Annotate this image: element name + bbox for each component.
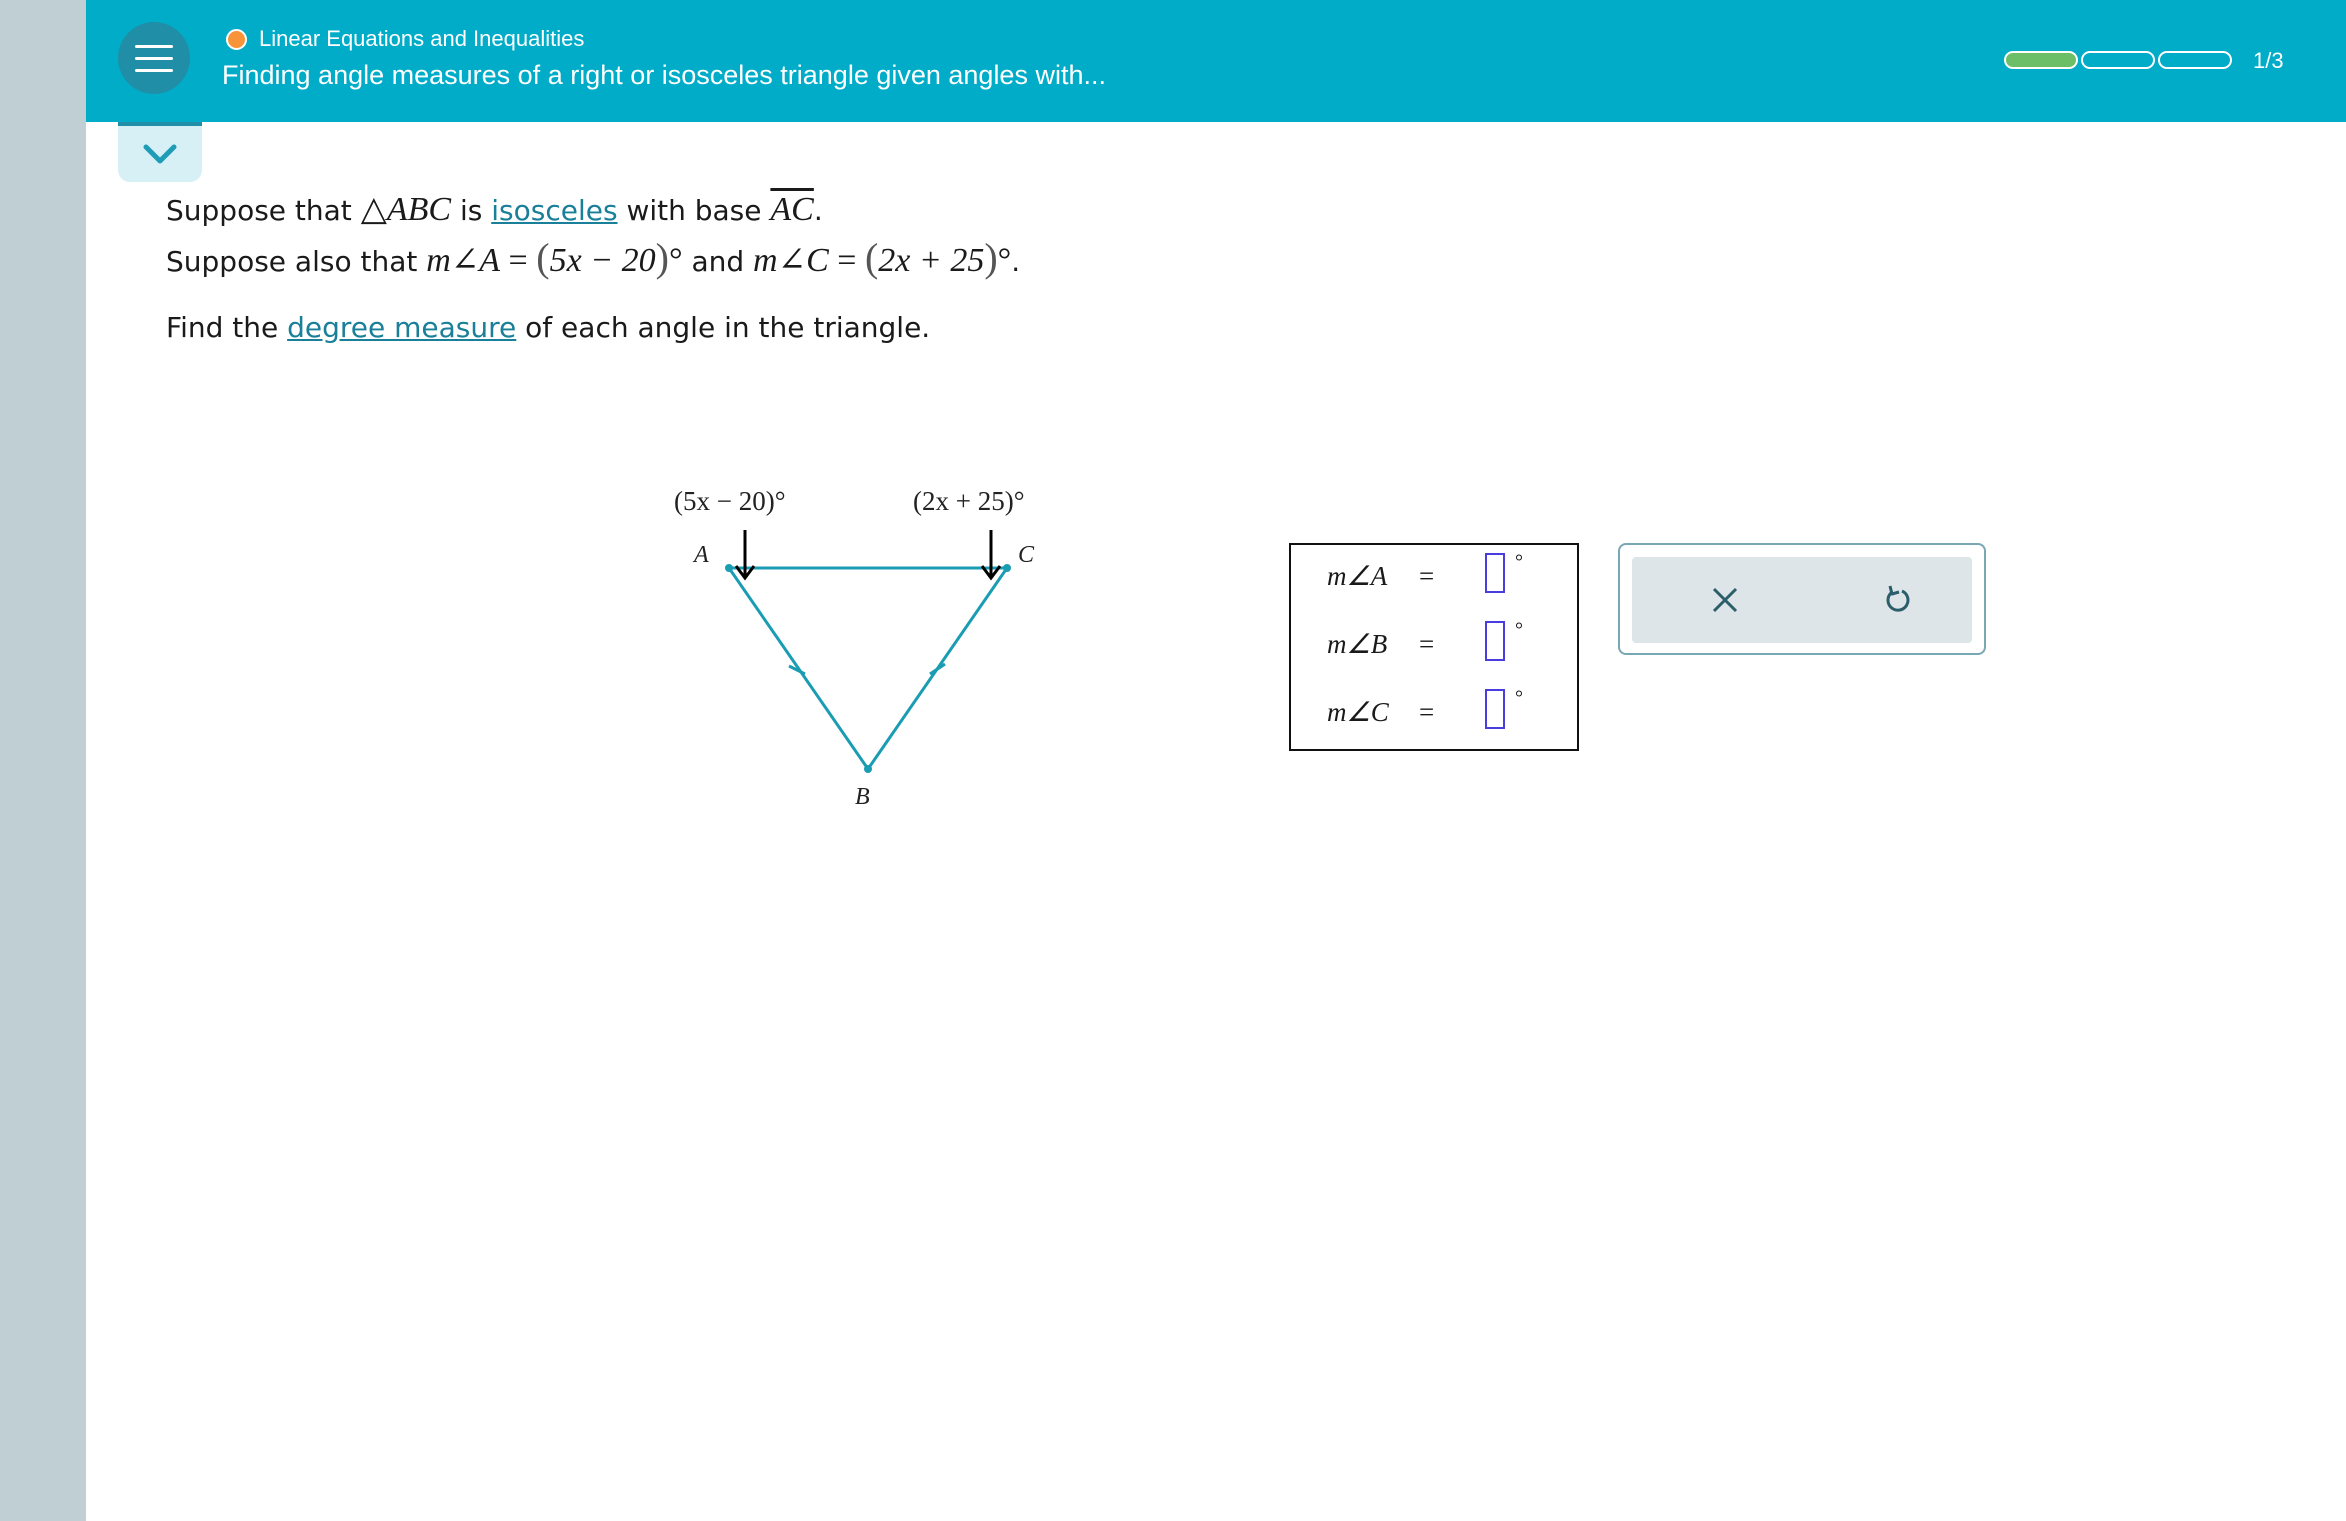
arrow-angle-c	[980, 530, 1002, 581]
left-rail	[0, 0, 86, 1521]
problem-text: of each angle in the triangle.	[516, 311, 931, 344]
congruence-tick-bc	[929, 662, 946, 676]
problem-text: is	[451, 194, 492, 227]
degree-unit: °	[1515, 619, 1523, 641]
vertex-a-label: A	[692, 542, 709, 568]
answer-label: m∠B	[1327, 629, 1388, 659]
triangle-symbol: △	[360, 191, 387, 228]
math-equals: =	[828, 242, 865, 279]
math-degree: °	[668, 242, 683, 279]
topic-label: Linear Equations and Inequalities	[259, 26, 585, 51]
math-angle-a: m∠A	[426, 242, 501, 279]
progress-segment	[2081, 51, 2155, 69]
vertex-b-label: B	[855, 784, 870, 810]
progress-segment	[2004, 51, 2078, 69]
problem-text: Suppose also that	[166, 245, 427, 278]
answer-label: m∠A	[1327, 561, 1388, 591]
menu-icon-line	[135, 56, 173, 60]
problem-text: Find the	[166, 311, 288, 344]
undo-icon	[1886, 585, 1910, 612]
problem-text: .	[1011, 245, 1021, 278]
angle-b-input[interactable]	[1485, 621, 1505, 661]
undo-button[interactable]	[1872, 575, 1922, 625]
problem-text: and	[682, 245, 754, 278]
math-expr-c: 2x + 25	[878, 242, 985, 279]
math-base-ac: AC	[770, 191, 814, 228]
angle-a-input[interactable]	[1485, 553, 1505, 593]
isosceles-link[interactable]: isosceles	[491, 194, 617, 227]
progress-label: 1/3	[2253, 48, 2284, 73]
angle-c-input[interactable]	[1485, 689, 1505, 729]
answer-row-b: m∠B = °	[1291, 613, 1577, 673]
triangle-diagram: (5x − 20)° (2x + 25)° A C B	[674, 486, 1035, 810]
answer-equals: =	[1419, 629, 1435, 659]
degree-unit: °	[1515, 687, 1523, 709]
menu-button[interactable]	[118, 22, 190, 94]
math-angle-c: m∠C	[753, 242, 829, 279]
topic-status-dot	[226, 28, 247, 50]
answer-equals: =	[1419, 561, 1435, 591]
triangle-shape	[726, 566, 1010, 772]
menu-icon-line	[135, 68, 173, 72]
math-abc: ABC	[386, 191, 452, 228]
degree-unit: °	[1515, 551, 1523, 573]
action-bar	[1632, 557, 1972, 643]
problem-line-1: Suppose that △ABC is isosceles with base…	[166, 186, 1020, 234]
angle-c-label: (2x + 25)°	[913, 486, 1025, 516]
degree-measure-link[interactable]: degree measure	[287, 311, 516, 344]
answer-row-c: m∠C = °	[1291, 681, 1577, 741]
math-degree: °	[997, 242, 1012, 279]
answer-table: m∠A = ° m∠B = ° m∠C = °	[1289, 543, 1579, 751]
problem-text: with base	[617, 194, 771, 227]
problem-text: .	[813, 194, 823, 227]
problem-line-3: Find the degree measure of each angle in…	[166, 304, 1020, 352]
problem-line-2: Suppose also that m∠A = (5x − 20)° and m…	[166, 235, 1021, 280]
math-equals: =	[500, 242, 537, 279]
answer-label: m∠C	[1327, 697, 1389, 727]
angle-a-label: (5x − 20)°	[674, 486, 786, 516]
arrow-angle-a	[734, 530, 756, 581]
problem-statement: Suppose that △ABC is isosceles with base…	[166, 186, 1020, 352]
answer-row-a: m∠A = °	[1291, 545, 1577, 605]
menu-icon-line	[135, 44, 173, 48]
vertex-c-dot	[1003, 564, 1011, 572]
clear-button[interactable]	[1700, 575, 1750, 625]
topic-breadcrumb: Linear Equations and Inequalities	[226, 26, 584, 52]
math-expr-a: 5x − 20	[549, 242, 656, 279]
problem-text: Suppose that	[166, 194, 361, 227]
collapse-button[interactable]	[118, 122, 202, 182]
progress-segment	[2158, 51, 2232, 69]
chevron-down-icon	[143, 144, 177, 164]
close-icon	[1712, 587, 1738, 613]
progress-bar	[2004, 51, 2232, 69]
vertex-c-label: C	[1018, 542, 1035, 568]
answer-equals: =	[1419, 697, 1435, 727]
page-title: Finding angle measures of a right or iso…	[222, 60, 1106, 90]
vertex-b-dot	[864, 765, 872, 773]
action-panel	[1618, 543, 1986, 655]
vertex-a-dot	[725, 564, 733, 572]
